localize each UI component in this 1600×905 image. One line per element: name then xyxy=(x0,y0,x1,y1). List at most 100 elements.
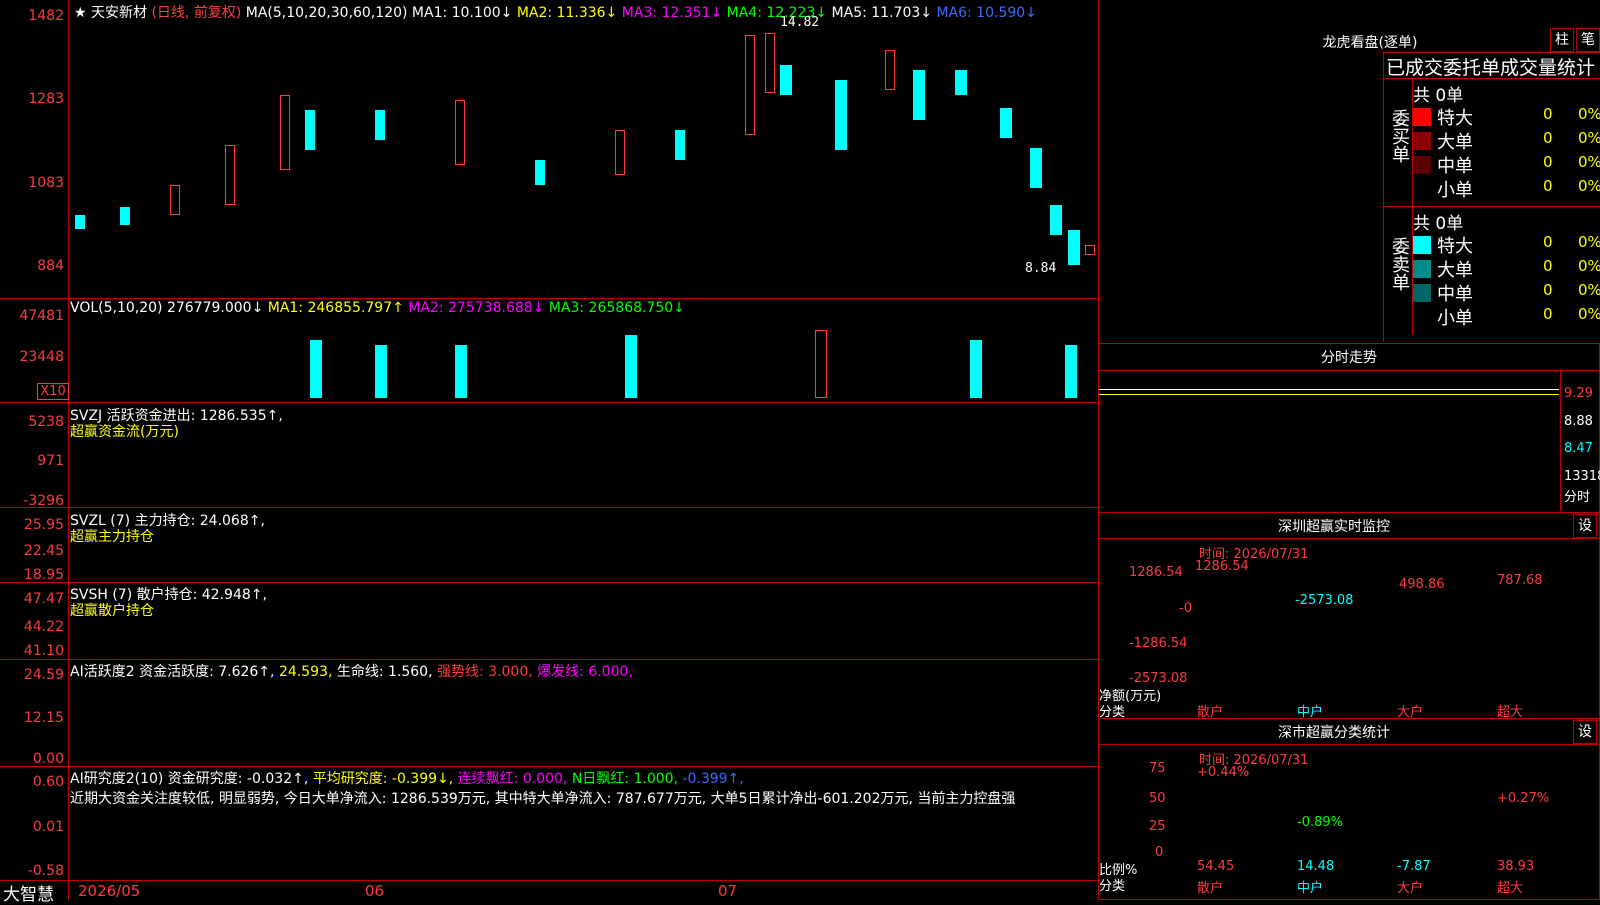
stock-name: 天安新材 xyxy=(91,5,148,21)
intraday-axis-mid: 8.88 xyxy=(1564,414,1593,429)
ma2-value: MA2: 11.336↓ xyxy=(516,5,618,21)
row-name: 中单 xyxy=(1437,284,1473,305)
sell-total: 共 0单 xyxy=(1413,214,1464,234)
svzj-axis-bot: -3296 xyxy=(23,493,64,509)
candle xyxy=(615,130,625,175)
legend-swatch xyxy=(1413,284,1431,302)
price-axis-4: 884 xyxy=(37,258,64,274)
row-pct: 0% xyxy=(1578,177,1600,195)
ai-research-axis-bot: -0.58 xyxy=(27,863,64,879)
sz-monitor-axis-2: -0 xyxy=(1179,601,1192,616)
legend-swatch xyxy=(1413,156,1431,174)
ai-research-consecutive: 连续飘红: 0.000, xyxy=(457,771,568,787)
divider-bottom xyxy=(0,880,1100,881)
svzj-axis-mid: 971 xyxy=(37,453,64,469)
row-name: 小单 xyxy=(1437,180,1473,201)
vol-axis-top: 47481 xyxy=(19,308,64,324)
svzl-axis-mid: 22.45 xyxy=(23,543,64,559)
row-pct: 0% xyxy=(1578,257,1600,275)
intraday-volume: 13318 xyxy=(1564,469,1600,484)
svzl-axis-top: 25.95 xyxy=(23,517,64,533)
vol-header: VOL(5,10,20) 276779.000↓ MA1: 246855.797… xyxy=(70,300,685,316)
ai-active-axis-bot: 0.00 xyxy=(32,751,64,767)
sz-monitor-settings-button[interactable]: 设 xyxy=(1573,514,1597,538)
buy-label-box: 委买单 xyxy=(1383,79,1413,207)
candle xyxy=(780,65,792,95)
vol-axis-mid: 23448 xyxy=(19,349,64,365)
price-header: ★ 天安新材 (日线, 前复权) MA(5,10,20,30,60,120) M… xyxy=(74,2,1037,22)
adjust-mode[interactable]: (日线, 前复权) xyxy=(151,5,241,21)
sz-class-cat: 超大 xyxy=(1497,881,1524,896)
y-axis-line xyxy=(68,0,69,900)
ai-research-v5: -0.399↑, xyxy=(682,771,744,787)
candlestick-chart[interactable] xyxy=(75,25,1095,290)
candle xyxy=(745,35,755,135)
intraday-volume-label: 分时 xyxy=(1564,490,1591,505)
svzl-subtitle: 超赢主力持仓 xyxy=(70,526,154,546)
price-axis-top: 1482 xyxy=(28,8,64,24)
dt-subtitle: 已成交委托单成交量统计 xyxy=(1386,57,1596,79)
stroke-view-button[interactable]: 笔 xyxy=(1576,28,1600,52)
ai-research-title: AI研究度2(10) 资金研究度: -0.032↑, xyxy=(70,771,309,787)
commentary-text: 近期大资金关注度较低, 明显弱势, 今日大单净流入: 1286.539万元, 其… xyxy=(70,791,1016,807)
candle xyxy=(885,50,895,90)
intraday-axis-bot: 8.47 xyxy=(1564,441,1593,456)
svzl-subtitle-text: 超赢主力持仓 xyxy=(70,529,154,545)
svsh-axis-bot: 41.10 xyxy=(23,643,64,659)
row-pct: 0% xyxy=(1578,233,1600,251)
brand-label: 大智慧 xyxy=(3,885,54,905)
ai-active-strongline: 强势线: 3.000, xyxy=(437,664,533,680)
sz-class-value: 14.48 xyxy=(1297,859,1335,874)
chart-area[interactable]: ★ 天安新材 (日线, 前复权) MA(5,10,20,30,60,120) M… xyxy=(0,0,1100,905)
star-icon[interactable]: ★ xyxy=(74,5,87,21)
row-pct: 0% xyxy=(1578,105,1600,123)
date-label-jul: 07 xyxy=(718,882,738,900)
legend-swatch xyxy=(1413,132,1431,150)
sz-monitor-axis-4: -2573.08 xyxy=(1129,671,1188,686)
intraday-plot[interactable] xyxy=(1099,371,1561,511)
row-count: 0 xyxy=(1543,305,1553,323)
sz-class-axis-50: 50 xyxy=(1149,791,1166,806)
svzj-subtitle: 超赢资金流(万元) xyxy=(70,421,179,441)
intraday-panel[interactable]: 分时走势 9.29 8.88 8.47 13318 分时 xyxy=(1098,343,1600,513)
row-pct: 0% xyxy=(1578,129,1600,147)
sz-class-axis-75: 75 xyxy=(1149,761,1166,776)
svsh-axis-top: 47.47 xyxy=(23,591,64,607)
sz-class-settings-button[interactable]: 设 xyxy=(1573,720,1597,744)
row-count: 0 xyxy=(1543,105,1553,123)
vol-bar xyxy=(310,340,322,398)
divider-svzl-svsh xyxy=(0,582,1100,583)
sz-bar-value: 1286.54 xyxy=(1195,559,1249,574)
sz-class-panel: 深市超赢分类统计 设 时间: 2026/07/31 75 50 25 0 比例%… xyxy=(1098,718,1600,900)
sz-class-title: 深市超赢分类统计 xyxy=(1278,725,1390,741)
dragon-tiger-title: 龙虎看盘(逐单) xyxy=(1322,35,1418,51)
svsh-subtitle: 超赢散户持仓 xyxy=(70,600,154,620)
volume-bars[interactable] xyxy=(75,320,1095,398)
vol-bar xyxy=(1065,345,1077,398)
candle xyxy=(1068,230,1080,265)
row-count: 0 xyxy=(1543,129,1553,147)
row-count: 0 xyxy=(1543,233,1553,251)
ai-active-header: AI活跃度2 资金活跃度: 7.626↑, 24.593, 生命线: 1.560… xyxy=(70,661,633,681)
row-name: 小单 xyxy=(1437,308,1473,329)
sz-bar-value: 787.68 xyxy=(1497,573,1543,588)
sz-class-title-line xyxy=(1099,744,1599,745)
dragon-tiger-panel: 龙虎看盘(逐单) 柱 笔 已成交委托单成交量统计 委买单 共 0单 特大 0 0… xyxy=(1100,0,1600,342)
ma-params: MA(5,10,20,30,60,120) xyxy=(245,5,408,21)
row-count: 0 xyxy=(1543,281,1553,299)
row-pct: 0% xyxy=(1578,153,1600,171)
svzl-axis-bot: 18.95 xyxy=(23,567,64,583)
candle xyxy=(913,70,925,120)
vol-unit-badge[interactable]: X10 xyxy=(37,383,69,400)
row-name: 特大 xyxy=(1437,236,1473,257)
ai-active-axis-top: 24.59 xyxy=(23,667,64,683)
date-label-may: 2026/05 xyxy=(78,882,141,900)
svsh-subtitle-text: 超赢散户持仓 xyxy=(70,603,154,619)
sz-class-axis-25: 25 xyxy=(1149,819,1166,834)
sell-block: 共 0单 特大 0 0% 大单 0 0% 中单 0 0% 小单 0 0% xyxy=(1413,207,1600,335)
ai-research-axis-mid: 0.01 xyxy=(32,819,64,835)
ma1-value: MA1: 10.100↓ xyxy=(411,5,513,21)
column-view-button[interactable]: 柱 xyxy=(1550,28,1574,52)
vol-bar xyxy=(375,345,387,398)
divider-ai-research xyxy=(0,766,1100,767)
